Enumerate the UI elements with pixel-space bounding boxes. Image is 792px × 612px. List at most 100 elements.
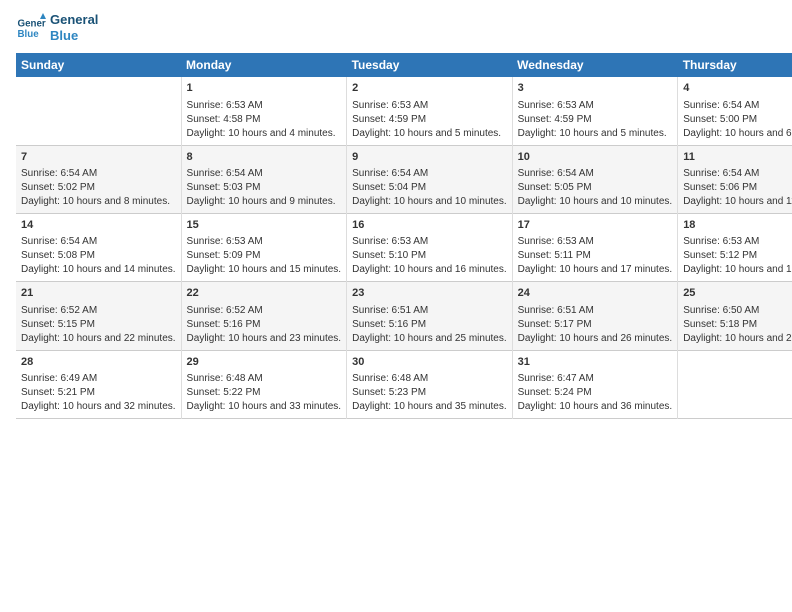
sunrise-text: Sunrise: 6:54 AM xyxy=(21,235,176,249)
daylight-text: Daylight: 10 hours and 16 minutes. xyxy=(352,263,507,277)
sunrise-text: Sunrise: 6:53 AM xyxy=(518,99,673,113)
page-container: General Blue General Blue SundayMondayTu… xyxy=(0,0,792,427)
col-header-tuesday: Tuesday xyxy=(347,53,513,77)
day-number: 15 xyxy=(187,218,342,233)
sunset-text: Sunset: 5:23 PM xyxy=(352,386,507,400)
sunrise-text: Sunrise: 6:53 AM xyxy=(187,99,342,113)
week-row-1: 1Sunrise: 6:53 AMSunset: 4:58 PMDaylight… xyxy=(16,77,792,145)
sunset-text: Sunset: 4:58 PM xyxy=(187,113,342,127)
day-number: 7 xyxy=(21,150,176,165)
sunset-text: Sunset: 5:18 PM xyxy=(683,318,792,332)
col-header-wednesday: Wednesday xyxy=(512,53,678,77)
col-header-thursday: Thursday xyxy=(678,53,792,77)
cell-4-4: 24 Sunrise: 6:51 AMSunset: 5:17 PMDayligh… xyxy=(512,282,678,350)
day-number: 4 xyxy=(683,81,792,96)
day-number: 24 xyxy=(518,286,673,301)
daylight-text: Daylight: 10 hours and 18 minutes. xyxy=(683,263,792,277)
cell-4-2: 22Sunrise: 6:52 AMSunset: 5:16 PMDayligh… xyxy=(181,282,347,350)
sunrise-text: Sunrise: 6:54 AM xyxy=(683,167,792,181)
cell-2-5: 11Sunrise: 6:54 AMSunset: 5:06 PMDayligh… xyxy=(678,145,792,213)
sunset-text: Sunset: 5:06 PM xyxy=(683,181,792,195)
sunrise-text: Sunrise: 6:49 AM xyxy=(21,372,176,386)
daylight-text: Daylight: 10 hours and 14 minutes. xyxy=(21,263,176,277)
day-number: 16 xyxy=(352,218,507,233)
sunset-text: Sunset: 5:22 PM xyxy=(187,386,342,400)
sunset-text: Sunset: 5:05 PM xyxy=(518,181,673,195)
daylight-text: Daylight: 10 hours and 10 minutes. xyxy=(352,195,507,209)
sunrise-text: Sunrise: 6:53 AM xyxy=(683,235,792,249)
sunrise-text: Sunrise: 6:54 AM xyxy=(352,167,507,181)
cell-1-3: 2Sunrise: 6:53 AMSunset: 4:59 PMDaylight… xyxy=(347,77,513,145)
day-number: 23 xyxy=(352,286,507,301)
sunrise-text: Sunrise: 6:52 AM xyxy=(187,304,342,318)
day-number: 1 xyxy=(187,81,342,96)
sunset-text: Sunset: 5:24 PM xyxy=(518,386,673,400)
logo: General Blue General Blue xyxy=(16,12,98,43)
cell-2-1: 7Sunrise: 6:54 AMSunset: 5:02 PMDaylight… xyxy=(16,145,181,213)
sunset-text: Sunset: 5:16 PM xyxy=(352,318,507,332)
sunset-text: Sunset: 5:03 PM xyxy=(187,181,342,195)
sunrise-text: Sunrise: 6:54 AM xyxy=(187,167,342,181)
day-number: 8 xyxy=(187,150,342,165)
day-number: 31 xyxy=(518,355,673,370)
week-row-5: 28 Sunrise: 6:49 AMSunset: 5:21 PM Dayligh… xyxy=(16,350,792,418)
daylight-text: Daylight: 10 hours and 26 minutes. xyxy=(518,332,673,346)
sunrise-text: Sunrise: 6:47 AM xyxy=(518,372,673,386)
sunset-text: Sunset: 5:16 PM xyxy=(187,318,342,332)
daylight-text: Daylight: 10 hours and 33 minutes. xyxy=(187,400,342,414)
daylight-text: Daylight: 10 hours and 9 minutes. xyxy=(187,195,342,209)
cell-2-4: 10 Sunrise: 6:54 AMSunset: 5:05 PMDayligh… xyxy=(512,145,678,213)
cell-5-3: 30Sunrise: 6:48 AMSunset: 5:23 PMDayligh… xyxy=(347,350,513,418)
sunset-text: Sunset: 5:08 PM xyxy=(21,249,176,263)
daylight-text: Daylight: 10 hours and 27 minutes. xyxy=(683,332,792,346)
daylight-text: Daylight: 10 hours and 6 minutes. xyxy=(683,127,792,141)
sunset-text: Sunset: 5:00 PM xyxy=(683,113,792,127)
daylight-text: Daylight: 10 hours and 36 minutes. xyxy=(518,400,673,414)
sunrise-text: Sunrise: 6:51 AM xyxy=(518,304,673,318)
week-row-3: 14Sunrise: 6:54 AMSunset: 5:08 PMDayligh… xyxy=(16,213,792,281)
sunrise-text: Sunrise: 6:54 AM xyxy=(518,167,673,181)
sunset-text: Sunset: 5:09 PM xyxy=(187,249,342,263)
day-number: 30 xyxy=(352,355,507,370)
cell-3-3: 16 Sunrise: 6:53 AMSunset: 5:10 PMDayligh… xyxy=(347,213,513,281)
daylight-text: Daylight: 10 hours and 10 minutes. xyxy=(518,195,673,209)
svg-text:General: General xyxy=(18,18,47,29)
sunrise-text: Sunrise: 6:53 AM xyxy=(518,235,673,249)
daylight-text: Daylight: 10 hours and 15 minutes. xyxy=(187,263,342,277)
sunset-text: Sunset: 5:12 PM xyxy=(683,249,792,263)
cell-5-5 xyxy=(678,350,792,418)
logo-icon: General Blue xyxy=(16,13,46,43)
header-row: SundayMondayTuesdayWednesdayThursdayFrid… xyxy=(16,53,792,77)
cell-1-4: 3Sunrise: 6:53 AMSunset: 4:59 PMDaylight… xyxy=(512,77,678,145)
cell-4-5: 25Sunrise: 6:50 AMSunset: 5:18 PMDayligh… xyxy=(678,282,792,350)
daylight-text: Daylight: 10 hours and 5 minutes. xyxy=(352,127,507,141)
day-number: 14 xyxy=(21,218,176,233)
sunset-text: Sunset: 5:17 PM xyxy=(518,318,673,332)
daylight-text: Daylight: 10 hours and 4 minutes. xyxy=(187,127,342,141)
sunset-text: Sunset: 5:15 PM xyxy=(21,318,176,332)
sunset-text: Sunset: 5:21 PM xyxy=(21,386,176,400)
day-number: 29 xyxy=(187,355,342,370)
cell-1-5: 4 Sunrise: 6:54 AMSunset: 5:00 PMDaylight… xyxy=(678,77,792,145)
cell-5-2: 29Sunrise: 6:48 AMSunset: 5:22 PMDayligh… xyxy=(181,350,347,418)
sunrise-text: Sunrise: 6:53 AM xyxy=(352,235,507,249)
sunset-text: Sunset: 4:59 PM xyxy=(518,113,673,127)
calendar-table: SundayMondayTuesdayWednesdayThursdayFrid… xyxy=(16,53,792,419)
day-number: 9 xyxy=(352,150,507,165)
cell-2-3: 9 Sunrise: 6:54 AMSunset: 5:04 PMDaylight… xyxy=(347,145,513,213)
header: General Blue General Blue xyxy=(16,12,776,43)
cell-3-5: 18Sunrise: 6:53 AMSunset: 5:12 PMDayligh… xyxy=(678,213,792,281)
sunset-text: Sunset: 5:10 PM xyxy=(352,249,507,263)
daylight-text: Daylight: 10 hours and 11 minutes. xyxy=(683,195,792,209)
day-number: 17 xyxy=(518,218,673,233)
sunrise-text: Sunrise: 6:51 AM xyxy=(352,304,507,318)
sunset-text: Sunset: 5:04 PM xyxy=(352,181,507,195)
sunrise-text: Sunrise: 6:54 AM xyxy=(683,99,792,113)
cell-5-4: 31 Sunrise: 6:47 AMSunset: 5:24 PMDayligh… xyxy=(512,350,678,418)
cell-4-3: 23Sunrise: 6:51 AMSunset: 5:16 PMDayligh… xyxy=(347,282,513,350)
day-number: 28 xyxy=(21,355,176,370)
daylight-text: Daylight: 10 hours and 22 minutes. xyxy=(21,332,176,346)
daylight-text: Daylight: 10 hours and 35 minutes. xyxy=(352,400,507,414)
day-number: 3 xyxy=(518,81,673,96)
day-number: 10 xyxy=(518,150,673,165)
